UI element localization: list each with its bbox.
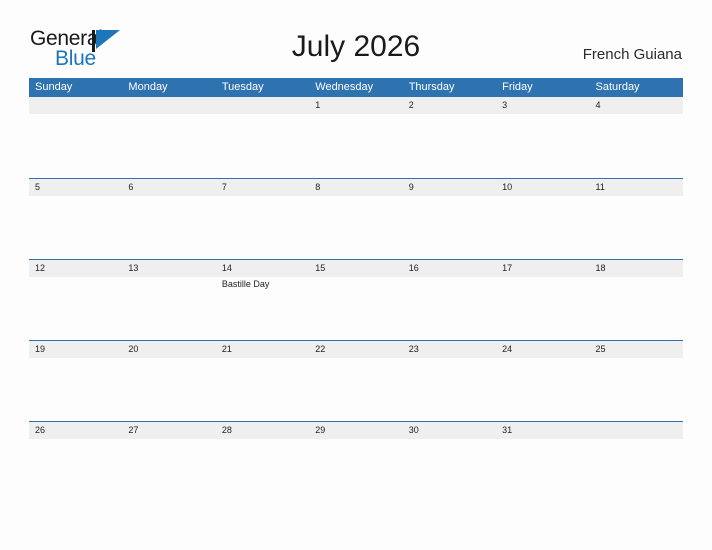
day-number-15[interactable]: 15	[309, 260, 402, 277]
day-number-27[interactable]: 27	[122, 422, 215, 439]
day-cell	[496, 358, 589, 421]
day-cell	[496, 277, 589, 340]
day-cell	[590, 114, 683, 177]
day-number-17[interactable]: 17	[496, 260, 589, 277]
day-cell	[122, 277, 215, 340]
day-number-26[interactable]: 26	[29, 422, 122, 439]
day-number-12[interactable]: 12	[29, 260, 122, 277]
day-cell	[403, 277, 496, 340]
day-cell	[216, 439, 309, 502]
day-cell	[29, 439, 122, 502]
week-event-body: Bastille Day	[29, 277, 683, 340]
day-cell	[29, 358, 122, 421]
day-number-14[interactable]: 14	[216, 260, 309, 277]
day-cell	[590, 196, 683, 259]
day-cell	[590, 358, 683, 421]
day-number-19[interactable]: 19	[29, 341, 122, 358]
calendar-grid: Sunday Monday Tuesday Wednesday Thursday Frid…	[29, 78, 683, 502]
day-number-10[interactable]: 10	[496, 179, 589, 196]
weekday-header-tuesday: Tuesday	[221, 81, 264, 93]
day-cell	[29, 114, 122, 177]
day-cell	[29, 277, 122, 340]
day-cell	[496, 114, 589, 177]
day-cell	[216, 196, 309, 259]
day-cell	[309, 114, 402, 177]
week-date-band: 26 27 28 29 30 31	[29, 421, 683, 439]
calendar-week-row: 26 27 28 29 30 31	[29, 421, 683, 502]
day-cell	[309, 196, 402, 259]
day-number-empty	[29, 97, 122, 114]
day-number-2[interactable]: 2	[403, 97, 496, 114]
day-cell	[309, 277, 402, 340]
weekday-header-sunday: Sunday	[35, 81, 73, 93]
calendar-week-row: 5 6 7 8 9 10 11	[29, 178, 683, 259]
day-cell	[216, 114, 309, 177]
weekday-header-thursday: Thursday	[408, 81, 455, 93]
day-number-8[interactable]: 8	[309, 179, 402, 196]
day-number-21[interactable]: 21	[216, 341, 309, 358]
day-cell	[403, 439, 496, 502]
day-cell	[590, 439, 683, 502]
day-cell: Bastille Day	[216, 277, 309, 340]
day-cell	[496, 196, 589, 259]
day-cell	[403, 196, 496, 259]
week-date-band: 12 13 14 15 16 17 18	[29, 259, 683, 277]
page-header: General Blue July 2026 French Guiana	[0, 0, 712, 78]
holiday-event: Bastille Day	[221, 279, 270, 289]
day-cell	[403, 358, 496, 421]
day-number-25[interactable]: 25	[590, 341, 683, 358]
day-cell	[403, 114, 496, 177]
day-number-9[interactable]: 9	[403, 179, 496, 196]
calendar-week-row: 1234	[29, 97, 683, 178]
day-number-6[interactable]: 6	[122, 179, 215, 196]
calendar-week-row: 19 20 21 22 23 24 25	[29, 340, 683, 421]
weekday-header-row: Sunday Monday Tuesday Wednesday Thursday Frid…	[29, 78, 683, 97]
day-cell	[309, 439, 402, 502]
day-number-empty	[216, 97, 309, 114]
week-event-body	[29, 439, 683, 502]
day-number-13[interactable]: 13	[122, 260, 215, 277]
day-cell	[496, 439, 589, 502]
weekday-header-wednesday: Wednesday	[315, 81, 374, 93]
weekday-header-friday: Friday	[502, 81, 533, 93]
day-number-28[interactable]: 28	[216, 422, 309, 439]
day-number-1[interactable]: 1	[309, 97, 402, 114]
day-number-31[interactable]: 31	[496, 422, 589, 439]
day-number-20[interactable]: 20	[122, 341, 215, 358]
day-number-4[interactable]: 4	[590, 97, 683, 114]
day-number-5[interactable]: 5	[29, 179, 122, 196]
week-event-body	[29, 196, 683, 259]
region-label: French Guiana	[582, 46, 682, 63]
calendar-week-row: 12 13 14 15 16 17 18 Bastille Day	[29, 259, 683, 340]
day-cell	[122, 439, 215, 502]
day-number-11[interactable]: 11	[590, 179, 683, 196]
day-number-30[interactable]: 30	[403, 422, 496, 439]
weekday-header-saturday: Saturday	[595, 81, 640, 93]
day-cell	[590, 277, 683, 340]
day-cell	[122, 358, 215, 421]
day-cell	[216, 358, 309, 421]
day-number-3[interactable]: 3	[496, 97, 589, 114]
day-number-7[interactable]: 7	[216, 179, 309, 196]
day-number-empty	[590, 422, 683, 439]
week-date-band: 1234	[29, 97, 683, 114]
day-number-18[interactable]: 18	[590, 260, 683, 277]
day-cell	[122, 196, 215, 259]
weekday-header-monday: Monday	[128, 81, 168, 93]
day-number-16[interactable]: 16	[403, 260, 496, 277]
day-cell	[29, 196, 122, 259]
week-event-body	[29, 358, 683, 421]
week-event-body	[29, 114, 683, 177]
day-number-22[interactable]: 22	[309, 341, 402, 358]
day-number-24[interactable]: 24	[496, 341, 589, 358]
week-date-band: 19 20 21 22 23 24 25	[29, 340, 683, 358]
calendar-weeks: 1 2 3 4 5 6 7 8 9 10 11 12 13 14 15 16 17 18 Bastille Day 1…	[29, 97, 683, 502]
day-cell	[122, 114, 215, 177]
week-date-band: 5 6 7 8 9 10 11	[29, 178, 683, 196]
day-number-29[interactable]: 29	[309, 422, 402, 439]
day-number-empty	[122, 97, 215, 114]
day-number-23[interactable]: 23	[403, 341, 496, 358]
day-cell	[309, 358, 402, 421]
